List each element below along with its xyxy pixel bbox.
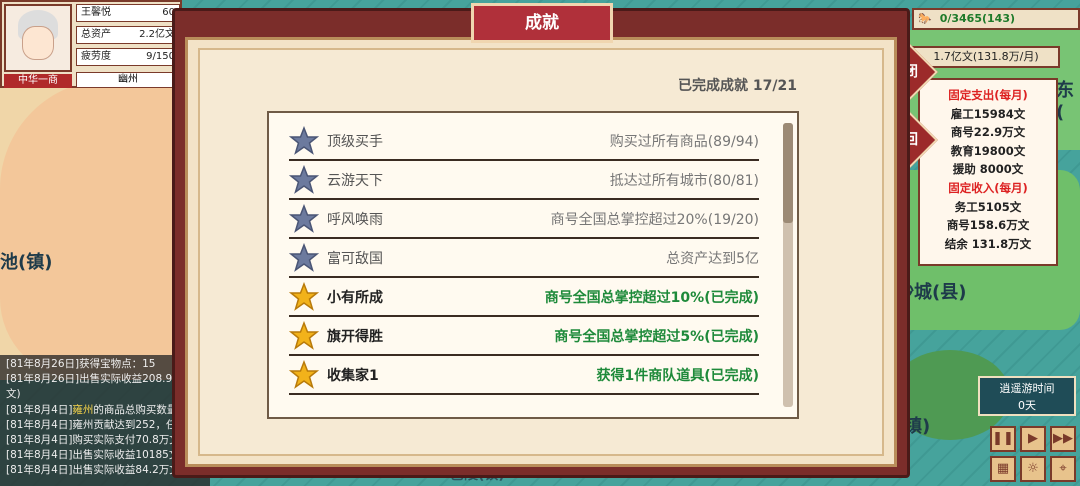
player-name-row: 王馨悦 60 <box>76 4 180 22</box>
caravan-bar: 🐎 0/3465(143) <box>912 8 1080 30</box>
log-text: 出售实际收益10185文 <box>72 449 180 462</box>
scrollbar[interactable] <box>783 123 793 407</box>
log-date: [81年8月4日] <box>6 434 73 447</box>
star-icon <box>289 243 319 272</box>
achievement-desc: 商号全国总掌控超过10%(已完成) <box>544 290 759 306</box>
log-text: 雍州贡献达到252，任 <box>72 418 177 431</box>
map-town-left[interactable]: 池(镇) <box>0 248 52 274</box>
achievement-row[interactable]: 呼风唤雨 商号全国总掌控超过20%(19/20) <box>289 201 759 239</box>
current-city[interactable]: 幽州 <box>76 72 180 88</box>
finance-panel: 固定支出(每月) 雇工15984文 商号22.9万文 教育19800文 援助 8… <box>918 78 1058 266</box>
achievement-desc: 获得1件商队道具(已完成) <box>596 368 759 384</box>
pause-icon[interactable]: ❚❚ <box>990 426 1016 452</box>
achievement-list[interactable]: 顶级买手 购买过所有商品(89/94) 云游天下 抵达过所有城市(80/81) 呼风唤雨… <box>267 111 799 419</box>
achievement-progress: 已完成成就 17/21 <box>678 78 797 94</box>
player-name: 王馨悦 <box>81 7 111 18</box>
log-date: [81年8月4日] <box>6 403 73 416</box>
modal-title: 成就 <box>471 3 613 43</box>
expense-education: 教育19800文 <box>950 143 1026 158</box>
income-labor: 务工5105文 <box>954 199 1022 214</box>
log-text: 获得宝物点：15 <box>79 358 156 370</box>
money-bar[interactable]: 1.7亿文(131.8万/月) <box>912 46 1060 68</box>
log-date: [81年8月4日] <box>6 449 73 462</box>
achievement-desc: 购买过所有商品(89/94) <box>609 134 759 150</box>
star-icon <box>289 165 319 194</box>
caravan-capacity: 0/3465(143) <box>939 12 1016 25</box>
log-text: 出售实际收益208.9万 <box>79 373 183 386</box>
log-date: [81年8月26日] <box>6 358 80 370</box>
player-title: 中华一商 <box>4 74 72 88</box>
money-value: 1.7亿文(131.8万/月) <box>933 50 1039 63</box>
achievement-row[interactable]: 小有所成 商号全国总掌控超过10%(已完成) <box>289 279 759 317</box>
travel-time-box: 逍遥游时间 0天 <box>978 376 1076 416</box>
star-icon <box>289 204 319 233</box>
log-text: 文) <box>6 388 21 401</box>
player-panel: 中华一商 王馨悦 60 总资产 2.2亿文 疲劳度 9/150 幽州 <box>0 0 182 88</box>
achievement-name: 云游天下 <box>327 173 383 189</box>
achievement-name: 旗开得胜 <box>327 329 383 345</box>
log-text: 出售实际收益84.2万文 <box>72 464 180 477</box>
assets-label: 总资产 <box>81 29 111 40</box>
log-highlight: 雍州 <box>72 403 94 416</box>
caravan-icon: 🐎 <box>918 12 932 25</box>
achievement-name: 收集家1 <box>327 368 379 384</box>
fixed-expense-title: 固定支出(每月) <box>948 88 1028 102</box>
expense-employees: 雇工15984文 <box>950 106 1026 121</box>
log-text: 购买实际支付70.8万文 <box>72 434 180 447</box>
travel-time-value: 0天 <box>1018 399 1036 412</box>
assets-value: 2.2亿文 <box>139 29 175 40</box>
scrollbar-thumb[interactable] <box>783 123 793 223</box>
achievement-row[interactable]: 顶级买手 购买过所有商品(89/94) <box>289 123 759 161</box>
achievement-row[interactable]: 富可敌国 总资产达到5亿 <box>289 240 759 278</box>
fatigue-label: 疲劳度 <box>81 51 111 62</box>
fatigue-row: 疲劳度 9/150 <box>76 48 180 66</box>
achievement-name: 富可敌国 <box>327 251 383 267</box>
achievement-row[interactable]: 收集家1 获得1件商队道具(已完成) <box>289 357 759 395</box>
location-pin-icon[interactable]: ⌖ <box>1050 456 1076 482</box>
achievement-desc: 商号全国总掌控超过20%(19/20) <box>550 212 759 228</box>
balance: 结余 131.8万文 <box>944 236 1032 251</box>
star-icon <box>289 321 319 350</box>
avatar-face <box>22 26 54 60</box>
log-text: 的商品总购买数量 <box>93 403 178 416</box>
log-date: [81年8月4日] <box>6 418 73 431</box>
achievement-desc: 商号全国总掌控超过5%(已完成) <box>554 329 759 345</box>
fast-forward-icon[interactable]: ▶▶ <box>1050 426 1076 452</box>
log-date: [81年8月26日] <box>6 373 80 386</box>
achievements-modal: 成就 已完成成就 17/21 顶级买手 购买过所有商品(89/94) 云游天下 抵达过… <box>172 3 910 478</box>
star-icon <box>289 126 319 155</box>
fixed-income-title: 固定收入(每月) <box>948 180 1028 195</box>
expense-shops: 商号22.9万文 <box>950 125 1026 140</box>
travel-time-title: 逍遥游时间 <box>999 382 1055 395</box>
achievement-row[interactable]: 旗开得胜 商号全国总掌控超过5%(已完成) <box>289 318 759 356</box>
achievement-name: 呼风唤雨 <box>327 212 383 228</box>
achievement-name: 顶级买手 <box>327 134 383 150</box>
achievement-desc: 总资产达到5亿 <box>666 251 759 267</box>
assets-row: 总资产 2.2亿文 <box>76 26 180 44</box>
star-icon <box>289 282 319 311</box>
achievement-name: 小有所成 <box>327 290 383 306</box>
income-shops: 商号158.6万文 <box>946 218 1030 233</box>
avatar[interactable] <box>4 4 72 72</box>
expense-aid: 援助 8000文 <box>952 162 1024 177</box>
achievement-desc: 抵达过所有城市(80/81) <box>609 173 759 189</box>
fatigue-value: 9/150 <box>146 51 175 62</box>
map-east-label: 东( <box>1056 80 1074 123</box>
achievement-row[interactable]: 云游天下 抵达过所有城市(80/81) <box>289 162 759 200</box>
footprint-icon[interactable]: ☼ <box>1020 456 1046 482</box>
play-icon[interactable]: ▶ <box>1020 426 1046 452</box>
star-icon <box>289 360 319 389</box>
log-date: [81年8月4日] <box>6 464 73 477</box>
map-grid-icon[interactable]: ▦ <box>990 456 1016 482</box>
